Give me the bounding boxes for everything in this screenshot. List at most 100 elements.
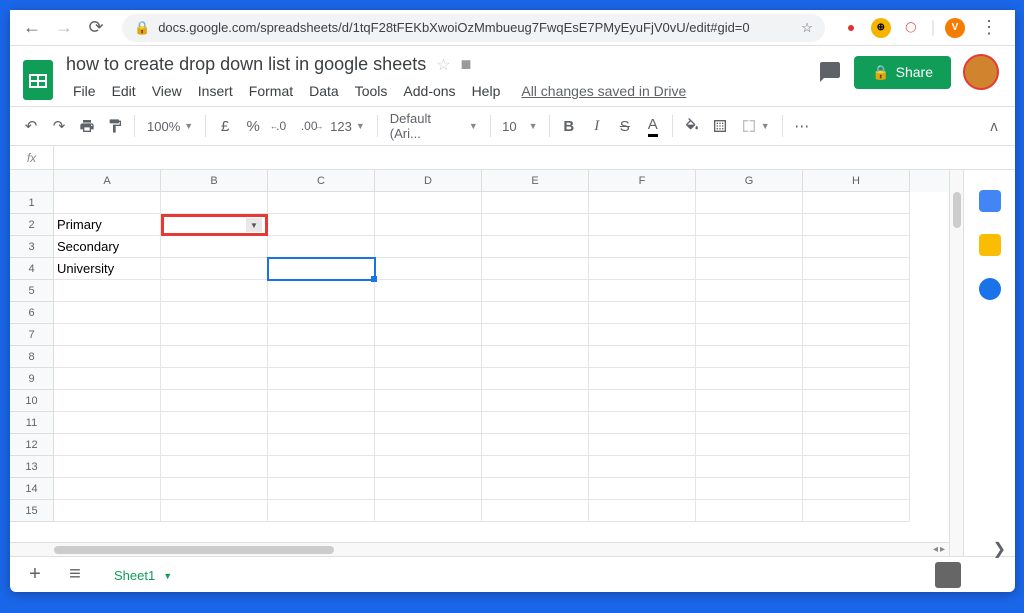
cell[interactable]	[696, 324, 803, 346]
cell[interactable]	[589, 390, 696, 412]
row-header[interactable]: 12	[10, 434, 54, 456]
zoom-dropdown[interactable]: 100%▼	[141, 119, 199, 134]
cell[interactable]	[803, 324, 910, 346]
cell[interactable]	[589, 324, 696, 346]
cell[interactable]	[589, 434, 696, 456]
menu-help[interactable]: Help	[465, 79, 508, 103]
cell[interactable]	[696, 214, 803, 236]
cell[interactable]	[589, 258, 696, 280]
all-sheets-button[interactable]: ≡	[60, 560, 90, 590]
row-header[interactable]: 5	[10, 280, 54, 302]
account-avatar[interactable]	[963, 54, 999, 90]
cell[interactable]	[375, 258, 482, 280]
cell[interactable]	[696, 500, 803, 522]
cell[interactable]	[54, 346, 161, 368]
cell[interactable]	[482, 478, 589, 500]
cell[interactable]	[54, 412, 161, 434]
cell[interactable]	[696, 280, 803, 302]
keep-icon[interactable]	[979, 234, 1001, 256]
cell[interactable]	[375, 390, 482, 412]
cell[interactable]	[803, 412, 910, 434]
cell[interactable]	[375, 324, 482, 346]
cell[interactable]	[803, 456, 910, 478]
row-header[interactable]: 13	[10, 456, 54, 478]
column-header-E[interactable]: E	[482, 170, 589, 192]
cell[interactable]	[482, 214, 589, 236]
cell[interactable]	[589, 302, 696, 324]
more-options-button[interactable]: ⋯	[789, 113, 815, 139]
vertical-scrollbar[interactable]	[949, 170, 963, 556]
column-header-F[interactable]: F	[589, 170, 696, 192]
cell[interactable]	[375, 192, 482, 214]
cell[interactable]	[482, 302, 589, 324]
redo-button[interactable]: ↷	[46, 113, 72, 139]
cell[interactable]	[161, 236, 268, 258]
add-sheet-button[interactable]: +	[20, 560, 50, 590]
menu-file[interactable]: File	[66, 79, 103, 103]
share-button[interactable]: 🔒 Share	[854, 56, 951, 89]
menu-format[interactable]: Format	[242, 79, 300, 103]
borders-button[interactable]	[707, 113, 733, 139]
sheet-tab[interactable]: Sheet1▼	[100, 560, 186, 589]
row-header[interactable]: 11	[10, 412, 54, 434]
row-header[interactable]: 2	[10, 214, 54, 236]
cell[interactable]	[696, 236, 803, 258]
column-header-A[interactable]: A	[54, 170, 161, 192]
column-header-B[interactable]: B	[161, 170, 268, 192]
cell[interactable]	[482, 434, 589, 456]
menu-view[interactable]: View	[145, 79, 189, 103]
percent-button[interactable]: %	[240, 113, 266, 139]
cell[interactable]: Primary	[54, 214, 161, 236]
cell[interactable]	[482, 258, 589, 280]
cell[interactable]	[268, 192, 375, 214]
cell[interactable]	[161, 412, 268, 434]
cell[interactable]	[54, 280, 161, 302]
cell[interactable]	[375, 478, 482, 500]
cell[interactable]	[696, 346, 803, 368]
column-header-D[interactable]: D	[375, 170, 482, 192]
extension-icon-3[interactable]: ◯	[901, 18, 921, 38]
cell[interactable]	[161, 478, 268, 500]
folder-icon[interactable]: ■	[461, 54, 472, 75]
cell[interactable]	[375, 434, 482, 456]
cell[interactable]	[268, 280, 375, 302]
column-header-C[interactable]: C	[268, 170, 375, 192]
cell[interactable]	[375, 214, 482, 236]
cell[interactable]	[375, 500, 482, 522]
cell[interactable]	[696, 478, 803, 500]
cell[interactable]	[268, 324, 375, 346]
text-color-button[interactable]: A	[640, 113, 666, 139]
cell[interactable]	[375, 412, 482, 434]
cell[interactable]	[803, 258, 910, 280]
cell[interactable]	[696, 368, 803, 390]
cell[interactable]	[268, 258, 375, 280]
cell[interactable]	[589, 368, 696, 390]
cell[interactable]	[54, 302, 161, 324]
chrome-menu-icon[interactable]: ⋮	[975, 14, 1003, 42]
cell[interactable]	[54, 456, 161, 478]
cell[interactable]	[161, 302, 268, 324]
cell[interactable]	[268, 368, 375, 390]
cell[interactable]	[268, 478, 375, 500]
cell[interactable]	[589, 280, 696, 302]
cell[interactable]	[482, 280, 589, 302]
cell[interactable]	[268, 456, 375, 478]
star-icon[interactable]: ☆	[436, 55, 450, 75]
row-header[interactable]: 15	[10, 500, 54, 522]
increase-decimal-button[interactable]: .00→	[296, 113, 322, 139]
cell[interactable]	[161, 434, 268, 456]
cell[interactable]	[54, 192, 161, 214]
cell[interactable]: Secondary	[54, 236, 161, 258]
forward-button[interactable]: →	[50, 14, 78, 42]
cell[interactable]	[161, 346, 268, 368]
row-header[interactable]: 1	[10, 192, 54, 214]
show-side-panel-button[interactable]: ❯	[993, 539, 1006, 559]
row-header[interactable]: 7	[10, 324, 54, 346]
row-header[interactable]: 9	[10, 368, 54, 390]
cell[interactable]	[803, 500, 910, 522]
horizontal-scrollbar[interactable]: ◂▸	[10, 542, 949, 556]
fill-color-button[interactable]	[679, 113, 705, 139]
cell[interactable]	[375, 302, 482, 324]
cell[interactable]: University	[54, 258, 161, 280]
cell[interactable]	[161, 192, 268, 214]
